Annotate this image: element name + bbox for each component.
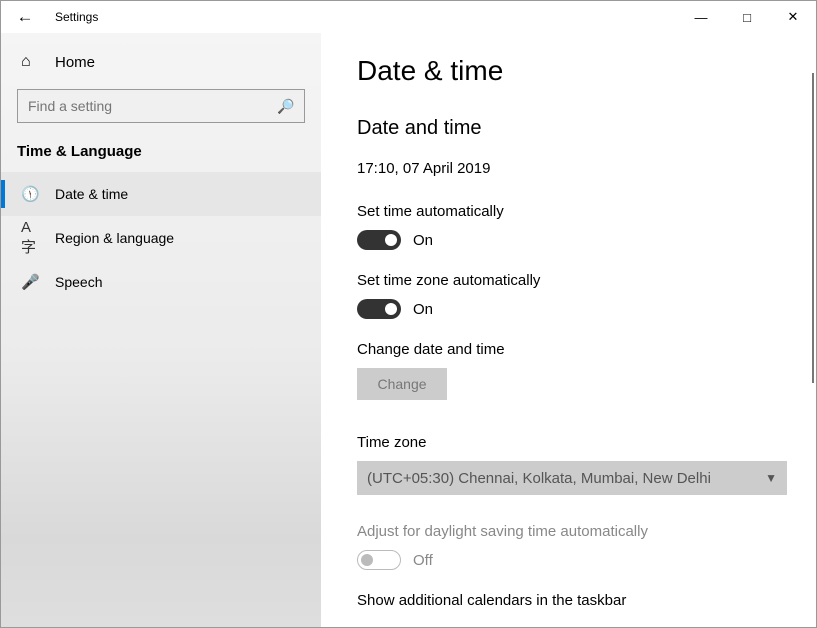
sidebar-section-title: Time & Language (1, 143, 321, 172)
set-time-auto-state: On (413, 232, 433, 249)
search-icon: 🔍 (277, 98, 294, 115)
language-icon: A字 (21, 219, 39, 257)
set-tz-auto-toggle[interactable] (357, 299, 401, 319)
sidebar-item-speech[interactable]: 🎤 Speech (1, 260, 321, 304)
search-input[interactable] (28, 98, 277, 114)
current-datetime: 17:10, 07 April 2019 (357, 160, 780, 177)
sidebar-item-label: Region & language (55, 230, 174, 246)
maximize-button[interactable]: □ (724, 1, 770, 33)
sidebar-item-label: Speech (55, 274, 102, 290)
set-time-auto-toggle[interactable] (357, 230, 401, 250)
page-title: Date & time (357, 55, 780, 87)
titlebar: ← Settings ― □ ✕ (1, 1, 816, 33)
sidebar-item-label: Date & time (55, 186, 128, 202)
home-icon: ⌂ (21, 53, 39, 71)
sidebar: ⌂ Home 🔍 Time & Language 🕦 Date & time A… (1, 33, 321, 627)
sidebar-item-region-language[interactable]: A字 Region & language (1, 216, 321, 260)
clock-icon: 🕦 (21, 185, 39, 203)
sidebar-home-label: Home (55, 54, 95, 71)
microphone-icon: 🎤 (21, 273, 39, 291)
timezone-value: (UTC+05:30) Chennai, Kolkata, Mumbai, Ne… (367, 470, 711, 487)
main-content: Date & time Date and time 17:10, 07 Apri… (321, 33, 816, 627)
timezone-label: Time zone (357, 434, 780, 451)
sidebar-item-date-time[interactable]: 🕦 Date & time (1, 172, 321, 216)
scrollbar[interactable] (812, 73, 814, 383)
set-time-auto-label: Set time automatically (357, 203, 780, 220)
dst-toggle (357, 550, 401, 570)
close-button[interactable]: ✕ (770, 1, 816, 33)
back-button[interactable]: ← (13, 7, 37, 27)
timezone-select: (UTC+05:30) Chennai, Kolkata, Mumbai, Ne… (357, 461, 787, 495)
additional-calendars-label: Show additional calendars in the taskbar (357, 592, 780, 609)
set-tz-auto-state: On (413, 301, 433, 318)
section-date-and-time: Date and time (357, 117, 780, 140)
chevron-down-icon: ▼ (765, 471, 777, 485)
minimize-button[interactable]: ― (678, 1, 724, 33)
change-button: Change (357, 368, 447, 400)
dst-label: Adjust for daylight saving time automati… (357, 523, 780, 540)
dst-state: Off (413, 552, 433, 569)
window-title: Settings (55, 10, 98, 24)
set-tz-auto-label: Set time zone automatically (357, 272, 780, 289)
sidebar-home[interactable]: ⌂ Home (1, 45, 321, 89)
change-dt-label: Change date and time (357, 341, 780, 358)
search-box[interactable]: 🔍 (17, 89, 305, 123)
